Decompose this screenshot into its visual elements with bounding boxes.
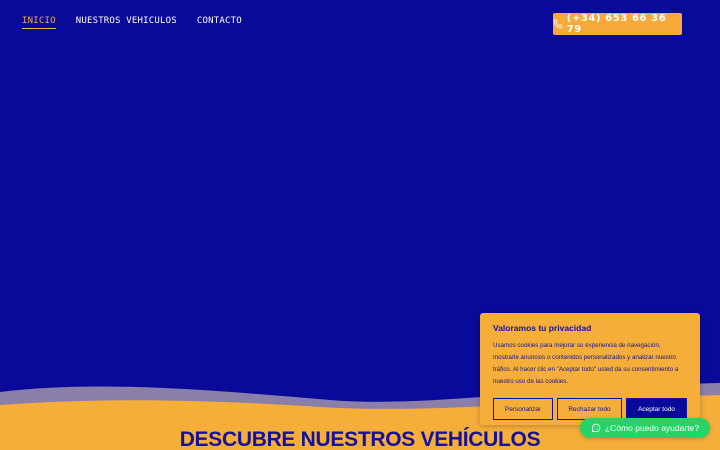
whatsapp-chat-button[interactable]: ¿Cómo puedo ayudarte? <box>580 418 710 438</box>
nav-item-contacto[interactable]: CONTACTO <box>197 16 242 29</box>
cookie-banner: Valoramos tu privacidad Usamos cookies p… <box>480 313 700 425</box>
main-nav: INICIO NUESTROS VEHICULOS CONTACTO <box>22 16 242 29</box>
phone-icon <box>553 19 563 29</box>
phone-number: (+34) 653 66 36 79 <box>566 13 667 35</box>
phone-button[interactable]: (+34) 653 66 36 79 <box>553 13 682 35</box>
nav-item-vehiculos[interactable]: NUESTROS VEHICULOS <box>76 16 177 29</box>
cookie-text: Usamos cookies para mejorar su experienc… <box>493 342 679 385</box>
reject-all-button[interactable]: Rechazar todo <box>557 398 622 420</box>
accept-all-button[interactable]: Aceptar todo <box>626 398 687 420</box>
cookie-buttons: Personalizar Rechazar todo Aceptar todo <box>493 398 687 420</box>
cookie-title: Valoramos tu privacidad <box>493 323 592 333</box>
customize-button[interactable]: Personalizar <box>493 398 553 420</box>
whatsapp-icon <box>591 423 601 433</box>
nav-item-inicio[interactable]: INICIO <box>22 16 56 29</box>
whatsapp-label: ¿Cómo puedo ayudarte? <box>604 423 700 433</box>
